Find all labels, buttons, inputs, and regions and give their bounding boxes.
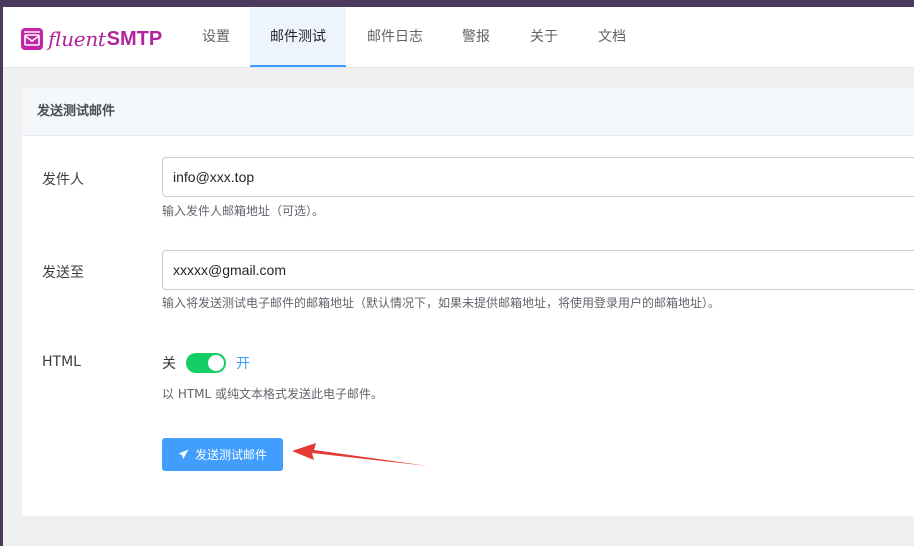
- red-arrow-annotation: [292, 443, 428, 466]
